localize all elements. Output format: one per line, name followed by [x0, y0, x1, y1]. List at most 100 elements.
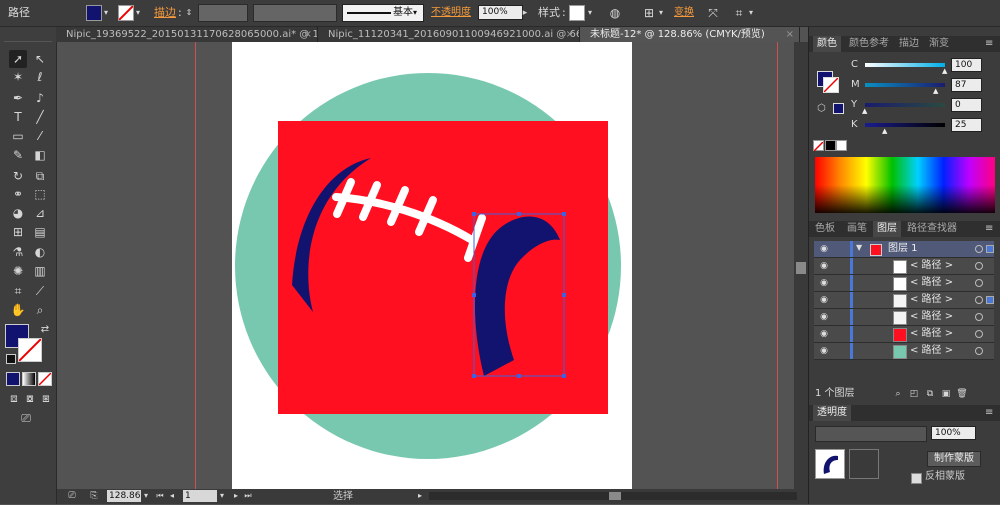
scrollbar-thumb[interactable] — [796, 262, 806, 274]
layer-item-row[interactable]: ◉ < 路径 > — [814, 343, 994, 360]
symbol-sprayer-tool-icon[interactable]: ✺ — [9, 262, 27, 280]
style-dropdown-arrow-icon[interactable]: ▾ — [585, 4, 595, 22]
swap-fill-stroke-icon[interactable]: ⇄ — [36, 321, 54, 339]
layer-item-row[interactable]: ◉ < 路径 > — [814, 309, 994, 326]
gradient-mode-icon[interactable] — [22, 372, 36, 386]
opacity-label-link[interactable]: 不透明度 — [431, 0, 471, 26]
variable-width-profile-dropdown[interactable] — [253, 4, 337, 22]
color-spectrum-picker[interactable] — [815, 157, 995, 213]
stroke-label-link[interactable]: 描边 — [154, 0, 176, 26]
slice-tool-icon[interactable]: ⟋ — [31, 282, 49, 300]
target-circle-icon[interactable] — [975, 347, 983, 355]
fullscreen-mode-icon[interactable]: ⎚ — [63, 487, 81, 505]
tab-stroke[interactable]: 描边 — [899, 36, 919, 52]
target-circle-icon[interactable] — [975, 330, 983, 338]
stroke-dropdown-arrow-icon[interactable]: ▾ — [133, 4, 143, 22]
stroke-color-box[interactable] — [18, 338, 42, 362]
visibility-eye-icon[interactable]: ◉ — [818, 311, 830, 323]
default-colors-icon[interactable] — [6, 354, 16, 364]
magic-wand-tool-icon[interactable]: ✶ — [9, 68, 27, 86]
layer-item-row[interactable]: ◉ < 路径 > — [814, 275, 994, 292]
invert-mask-checkbox[interactable] — [911, 473, 922, 484]
first-artboard-icon[interactable]: ⏮ — [155, 487, 165, 505]
visibility-eye-icon[interactable]: ◉ — [818, 328, 830, 340]
selection-indicator[interactable] — [986, 296, 994, 304]
none-color-swatch[interactable] — [813, 140, 824, 152]
next-artboard-icon[interactable]: ▸ — [231, 487, 241, 505]
arrange-dropdown-arrow-icon[interactable]: ▾ — [746, 4, 756, 22]
transparency-opacity-input[interactable]: 100% — [931, 426, 976, 440]
delete-layer-icon[interactable]: 🗑 — [953, 385, 971, 403]
panel-menu-icon[interactable]: ≡ — [985, 36, 993, 52]
target-circle-icon[interactable] — [975, 245, 983, 253]
curvature-tool-icon[interactable]: ♪ — [31, 89, 49, 107]
target-circle-icon[interactable] — [975, 296, 983, 304]
eyedropper-tool-icon[interactable]: ⚗ — [9, 243, 27, 261]
slider-thumb-icon[interactable]: ▲ — [882, 127, 887, 135]
close-icon[interactable]: × — [566, 27, 574, 42]
expand-triangle-icon[interactable]: ▼ — [856, 243, 862, 252]
mesh-tool-icon[interactable]: ⊞ — [9, 223, 27, 241]
close-icon[interactable]: × — [304, 27, 312, 42]
horizontal-scrollbar[interactable] — [429, 492, 797, 500]
scrollbar-thumb[interactable] — [609, 492, 621, 500]
selection-tool-icon[interactable]: ➚ — [9, 50, 27, 68]
paintbrush-tool-icon[interactable]: ⁄ — [31, 127, 49, 145]
target-circle-icon[interactable] — [975, 313, 983, 321]
gradient-tool-icon[interactable]: ▤ — [31, 223, 49, 241]
close-icon[interactable]: × — [786, 27, 794, 42]
layer-item-row[interactable]: ◉ < 路径 > — [814, 258, 994, 275]
opacity-arrow-icon[interactable]: ▸ — [520, 4, 530, 22]
recolor-artwork-icon[interactable]: ◍ — [606, 4, 624, 22]
tab-document-1[interactable]: Nipic_19369522_20150131170628065000.ai* … — [56, 27, 318, 42]
zoom-dropdown-arrow-icon[interactable]: ▾ — [141, 487, 151, 505]
eraser-tool-icon[interactable]: ◧ — [31, 146, 49, 164]
blend-mode-dropdown[interactable] — [815, 426, 927, 442]
tab-document-active[interactable]: 未标题-12* @ 128.86% (CMYK/预览) × — [580, 27, 800, 42]
artwork-svg[interactable] — [57, 42, 794, 489]
tab-transparency[interactable]: 透明度 — [813, 405, 851, 421]
color-mode-icon[interactable] — [6, 372, 20, 386]
tab-pathfinder[interactable]: 路径查找器 — [907, 221, 957, 237]
draw-inside-icon[interactable]: ⧆ — [37, 389, 55, 407]
fill-dropdown-arrow-icon[interactable]: ▾ — [101, 4, 111, 22]
black-color-swatch[interactable] — [825, 140, 836, 151]
last-artboard-icon[interactable]: ⏭ — [243, 487, 253, 505]
visibility-eye-icon[interactable]: ◉ — [818, 294, 830, 306]
visibility-eye-icon[interactable]: ◉ — [818, 277, 830, 289]
slider-thumb-icon[interactable]: ▲ — [862, 107, 867, 115]
scale-tool-icon[interactable]: ⧉ — [31, 167, 49, 185]
tab-document-2[interactable]: Nipic_11120341_20160901100946921000.ai @… — [318, 27, 580, 42]
layer-item-row[interactable]: ◉ < 路径 > — [814, 326, 994, 343]
panel-menu-icon[interactable]: ≡ — [985, 405, 993, 421]
panel-menu-icon[interactable]: ≡ — [985, 221, 993, 237]
visibility-eye-icon[interactable]: ◉ — [818, 260, 830, 272]
tab-color-guide[interactable]: 颜色参考 — [849, 36, 889, 52]
visibility-eye-icon[interactable]: ◉ — [818, 243, 830, 255]
black-slider[interactable] — [865, 123, 945, 127]
screen-mode-icon[interactable]: ⎚ — [17, 409, 35, 427]
blend-tool-icon[interactable]: ◐ — [31, 243, 49, 261]
lasso-tool-icon[interactable]: ℓ — [31, 68, 49, 86]
yellow-slider[interactable] — [865, 103, 945, 107]
canvas-area[interactable] — [57, 42, 794, 489]
slider-thumb-icon[interactable]: ▲ — [942, 67, 947, 75]
cyan-value-input[interactable]: 100 — [951, 58, 982, 72]
slider-thumb-icon[interactable]: ▲ — [933, 87, 938, 95]
graphic-style-swatch[interactable] — [569, 5, 585, 21]
pen-tool-icon[interactable]: ✒ — [9, 89, 27, 107]
brush-dropdown-arrow-icon[interactable]: ▾ — [410, 4, 420, 22]
opacity-input[interactable]: 100% — [478, 5, 523, 20]
width-tool-icon[interactable]: ⚭ — [9, 185, 27, 203]
direct-selection-tool-icon[interactable]: ↖ — [31, 50, 49, 68]
tab-layers[interactable]: 图层 — [873, 221, 901, 237]
tab-color[interactable]: 颜色 — [813, 36, 841, 52]
column-graph-tool-icon[interactable]: ▥ — [31, 262, 49, 280]
vertical-scrollbar[interactable] — [794, 42, 808, 489]
yellow-value-input[interactable]: 0 — [951, 98, 982, 112]
artboard-number-input[interactable]: 1 — [183, 490, 217, 502]
isolate-selection-icon[interactable]: ⤧ — [704, 4, 722, 22]
share-icon[interactable]: ⎘ — [85, 487, 103, 505]
rectangle-tool-icon[interactable]: ▭ — [9, 127, 27, 145]
white-color-swatch[interactable] — [836, 140, 847, 151]
